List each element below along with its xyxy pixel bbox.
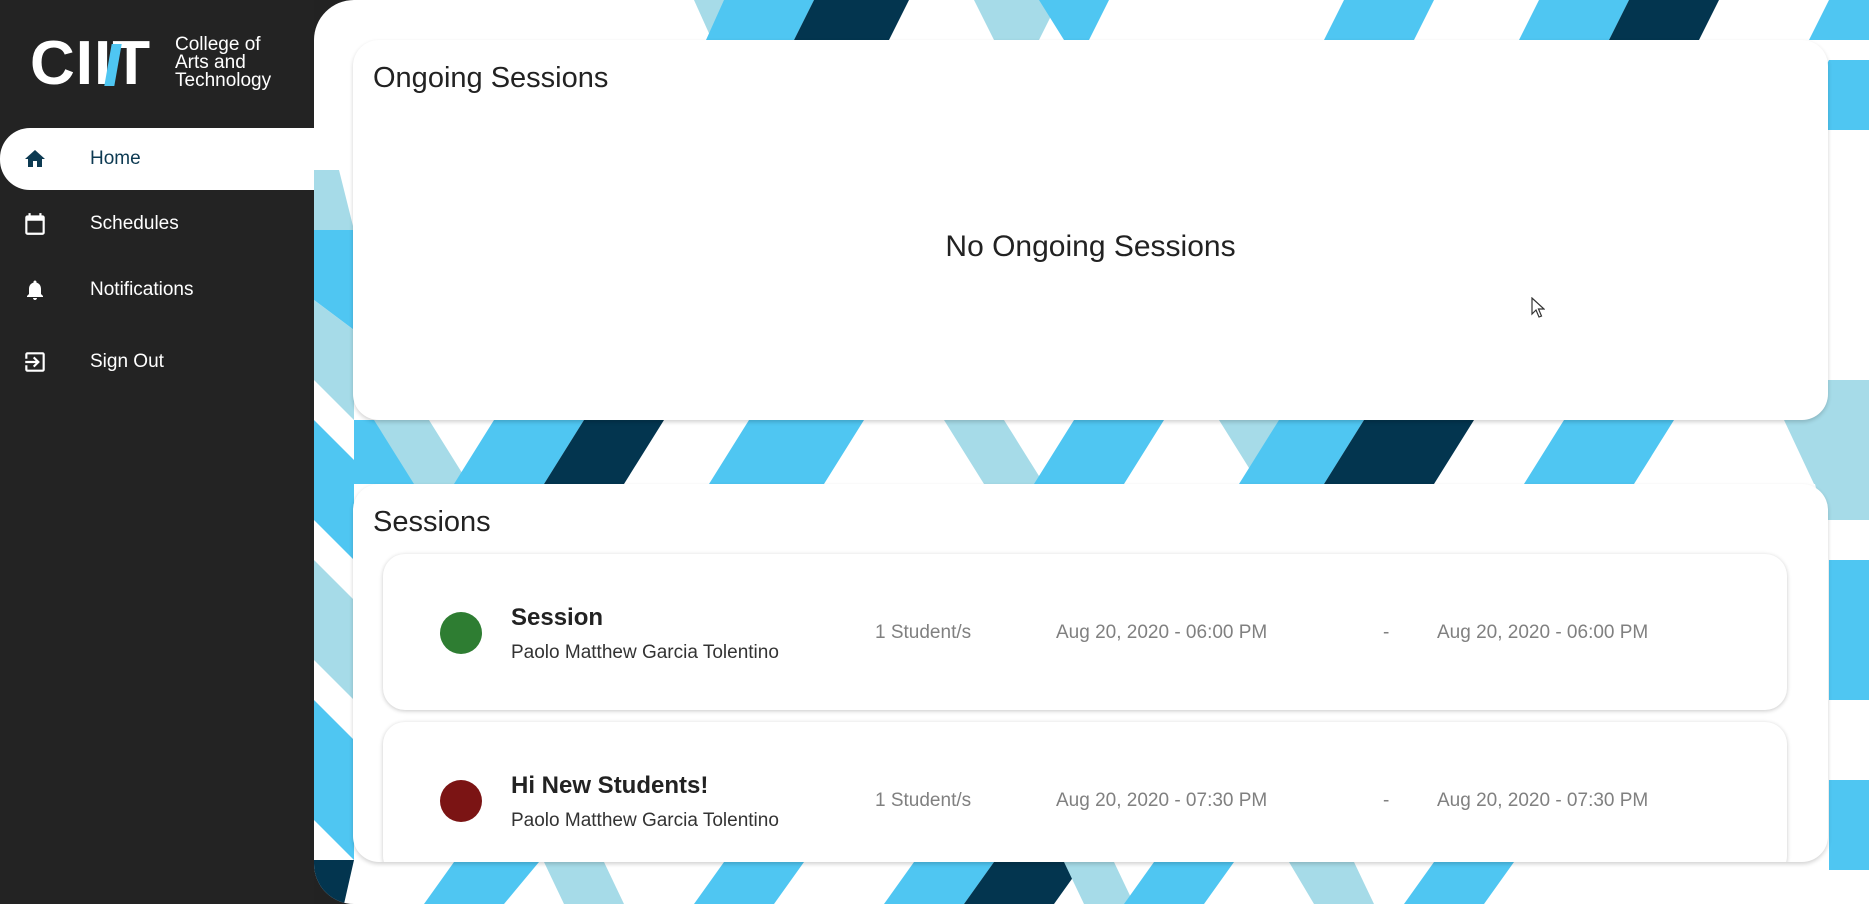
ongoing-sessions-title: Ongoing Sessions [373, 62, 609, 94]
session-start-time: Aug 20, 2020 - 07:30 PM [1056, 790, 1268, 811]
session-row[interactable]: Hi New Students! Paolo Matthew Garcia To… [383, 722, 1787, 862]
session-start-time: Aug 20, 2020 - 06:00 PM [1056, 622, 1268, 643]
main-content: Ongoing Sessions No Ongoing Sessions Ses… [314, 0, 1869, 904]
sidebar-item-label: Notifications [90, 279, 194, 300]
home-icon [22, 146, 48, 172]
session-title: Hi New Students! [511, 772, 709, 799]
session-end-time: Aug 20, 2020 - 07:30 PM [1437, 790, 1649, 811]
ciit-logo: CIIT College of Arts and Technology [30, 29, 290, 98]
sidebar-item-schedules[interactable]: Schedules [0, 194, 314, 254]
sign-out-icon [22, 349, 48, 375]
session-student-count: 1 Student/s [875, 790, 972, 811]
sessions-card: Sessions Session Paolo Matthew Garcia To… [353, 484, 1828, 862]
session-row[interactable]: Session Paolo Matthew Garcia Tolentino 1… [383, 554, 1787, 710]
logo-mark: CIIT [30, 29, 152, 98]
status-dot [440, 780, 482, 822]
logo-text-line: Technology [175, 70, 272, 91]
time-separator: - [1383, 622, 1390, 643]
status-dot [440, 612, 482, 654]
sidebar-item-notifications[interactable]: Notifications [0, 260, 314, 320]
empty-state-message: No Ongoing Sessions [945, 230, 1236, 263]
mouse-cursor-icon [1531, 297, 1545, 318]
session-student-count: 1 Student/s [875, 622, 972, 643]
logo-text: College of Arts and Technology [175, 35, 295, 91]
sidebar-nav: Home Schedules Notifications Sign Out [0, 128, 314, 392]
sidebar-item-label: Home [90, 148, 141, 169]
sidebar-item-sign-out[interactable]: Sign Out [0, 332, 314, 392]
ongoing-sessions-card: Ongoing Sessions No Ongoing Sessions [353, 40, 1828, 420]
session-end-time: Aug 20, 2020 - 06:00 PM [1437, 622, 1649, 643]
time-separator: - [1383, 790, 1390, 811]
sidebar-item-home[interactable]: Home [0, 128, 314, 190]
calendar-icon [22, 211, 48, 237]
session-title: Session [511, 604, 604, 631]
sidebar-item-label: Schedules [90, 213, 179, 234]
sidebar-item-label: Sign Out [90, 351, 164, 372]
session-host: Paolo Matthew Garcia Tolentino [511, 642, 779, 663]
sessions-title: Sessions [373, 506, 491, 538]
sidebar: CIIT College of Arts and Technology Home… [0, 0, 314, 904]
bell-icon [22, 277, 48, 303]
session-host: Paolo Matthew Garcia Tolentino [511, 810, 779, 831]
